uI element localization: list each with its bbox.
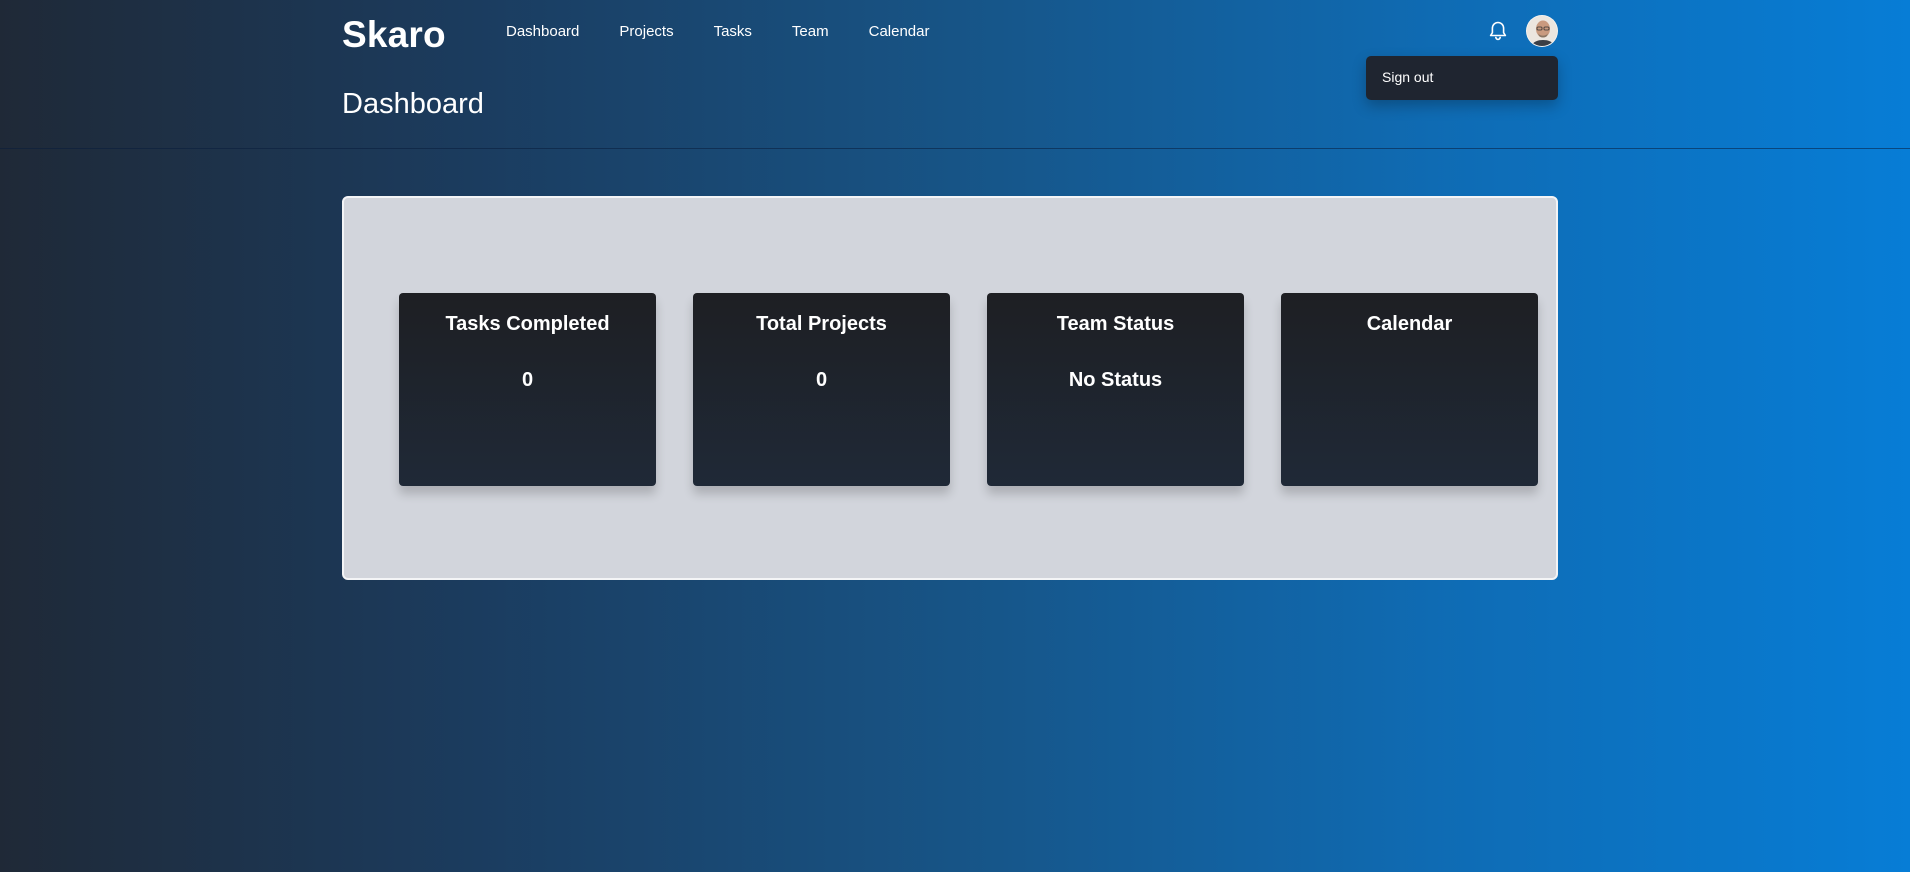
card-tasks-completed[interactable]: Tasks Completed 0 xyxy=(399,293,656,486)
nav-projects[interactable]: Projects xyxy=(619,23,673,40)
main-nav: Dashboard Projects Tasks Team Calendar xyxy=(506,23,929,40)
sign-out-item[interactable]: Sign out xyxy=(1382,69,1433,85)
card-title: Team Status xyxy=(1056,313,1175,335)
nav-calendar[interactable]: Calendar xyxy=(869,23,930,40)
nav-tasks[interactable]: Tasks xyxy=(714,23,752,40)
brand-logo[interactable]: Skaro xyxy=(342,14,446,56)
avatar[interactable] xyxy=(1526,15,1558,47)
card-team-status[interactable]: Team Status No Status xyxy=(987,293,1244,486)
nav-dashboard[interactable]: Dashboard xyxy=(506,23,579,40)
card-title: Tasks Completed xyxy=(445,313,610,335)
card-value: No Status xyxy=(1068,369,1163,391)
user-menu-dropdown: Sign out xyxy=(1366,56,1558,100)
dashboard-panel: Tasks Completed 0 Total Projects 0 Team … xyxy=(342,196,1558,580)
card-title: Calendar xyxy=(1366,313,1453,335)
card-total-projects[interactable]: Total Projects 0 xyxy=(693,293,950,486)
nav-team[interactable]: Team xyxy=(792,23,829,40)
card-title: Total Projects xyxy=(756,313,887,335)
card-value: 0 xyxy=(521,369,534,391)
bell-icon[interactable] xyxy=(1488,20,1508,42)
card-value: 0 xyxy=(815,369,828,391)
card-calendar[interactable]: Calendar xyxy=(1281,293,1538,486)
header-divider xyxy=(0,148,1910,149)
page-title: Dashboard xyxy=(342,88,484,120)
